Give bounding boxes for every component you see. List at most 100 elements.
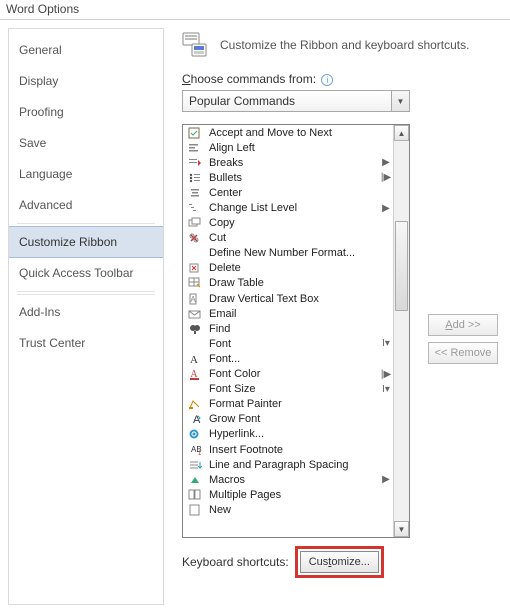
command-item[interactable]: New bbox=[183, 502, 393, 517]
main-layout: GeneralDisplayProofingSaveLanguageAdvanc… bbox=[0, 20, 510, 613]
command-label: Bullets bbox=[209, 172, 373, 184]
command-item[interactable]: Email bbox=[183, 306, 393, 321]
command-label: Delete bbox=[209, 262, 373, 274]
choose-commands-label: Choose commands from: i bbox=[182, 72, 510, 86]
sidebar-item-trust-center[interactable]: Trust Center bbox=[9, 328, 163, 359]
command-icon bbox=[187, 156, 203, 170]
command-item[interactable]: A Grow Font bbox=[183, 412, 393, 427]
command-item[interactable]: AB1Insert Footnote bbox=[183, 442, 393, 457]
command-item[interactable]: Copy bbox=[183, 216, 393, 231]
sidebar-item-language[interactable]: Language bbox=[9, 159, 163, 190]
scroll-thumb[interactable] bbox=[395, 221, 408, 311]
command-icon bbox=[187, 231, 203, 245]
command-item[interactable]: Delete bbox=[183, 261, 393, 276]
command-label: Draw Table bbox=[209, 277, 373, 289]
command-icon bbox=[187, 382, 203, 396]
combo-value: Popular Commands bbox=[189, 94, 295, 108]
command-item[interactable]: Format Painter bbox=[183, 397, 393, 412]
command-item[interactable]: A Draw Vertical Text Box bbox=[183, 291, 393, 306]
commands-listbox[interactable]: Accept and Move to Next Align Left Breaks ▶… bbox=[182, 124, 410, 538]
info-icon[interactable]: i bbox=[321, 74, 333, 86]
command-icon bbox=[187, 171, 203, 185]
command-label: Draw Vertical Text Box bbox=[209, 293, 373, 305]
command-label: Define New Number Format... bbox=[209, 247, 373, 259]
command-item[interactable]: Find bbox=[183, 321, 393, 336]
command-icon bbox=[187, 503, 203, 517]
command-item[interactable]: Accept and Move to Next bbox=[183, 125, 393, 140]
choose-commands-combo[interactable]: Popular Commands ▼ bbox=[182, 90, 410, 112]
customize-highlight: Customize... bbox=[295, 546, 384, 578]
command-item[interactable]: Macros▶ bbox=[183, 472, 393, 487]
command-label: Hyperlink... bbox=[209, 428, 373, 440]
chevron-down-icon[interactable]: ▼ bbox=[391, 91, 409, 111]
command-icon bbox=[187, 337, 203, 351]
header-row: Customize the Ribbon and keyboard shortc… bbox=[182, 32, 510, 58]
window-title: Word Options bbox=[0, 0, 510, 20]
command-item[interactable]: Draw Table bbox=[183, 276, 393, 291]
command-label: Font bbox=[209, 338, 373, 350]
command-label: New bbox=[209, 504, 373, 516]
sidebar-item-customize-ribbon[interactable]: Customize Ribbon bbox=[9, 226, 163, 258]
command-item[interactable]: FontI▾ bbox=[183, 336, 393, 351]
keyboard-shortcuts-row: Keyboard shortcuts: Customize... bbox=[182, 546, 510, 578]
scroll-down-button[interactable]: ▼ bbox=[394, 521, 409, 537]
svg-text:A: A bbox=[190, 354, 198, 365]
submenu-indicator: |▶ bbox=[379, 172, 393, 183]
scroll-up-button[interactable]: ▲ bbox=[394, 125, 409, 141]
sidebar-item-display[interactable]: Display bbox=[9, 66, 163, 97]
command-label: Align Left bbox=[209, 142, 373, 154]
command-item[interactable]: Change List Level▶ bbox=[183, 200, 393, 215]
command-item[interactable]: A Font... bbox=[183, 351, 393, 366]
submenu-indicator: ▶ bbox=[379, 203, 393, 214]
header-text: Customize the Ribbon and keyboard shortc… bbox=[220, 38, 469, 52]
submenu-indicator: |▶ bbox=[379, 369, 393, 380]
command-item[interactable]: Cut bbox=[183, 231, 393, 246]
sidebar-item-save[interactable]: Save bbox=[9, 128, 163, 159]
command-icon bbox=[187, 126, 203, 140]
command-icon bbox=[187, 473, 203, 487]
command-item[interactable]: Align Left bbox=[183, 140, 393, 155]
command-item[interactable]: Multiple Pages bbox=[183, 487, 393, 502]
customize-button[interactable]: Customize... bbox=[300, 551, 379, 573]
command-item[interactable]: Hyperlink... bbox=[183, 427, 393, 442]
sidebar-item-quick-access-toolbar[interactable]: Quick Access Toolbar bbox=[9, 258, 163, 289]
command-label: Copy bbox=[209, 217, 373, 229]
command-item[interactable]: Define New Number Format... bbox=[183, 246, 393, 261]
command-icon bbox=[187, 186, 203, 200]
scrollbar[interactable]: ▲ ▼ bbox=[393, 125, 409, 537]
command-label: Email bbox=[209, 308, 373, 320]
command-item[interactable]: Breaks ▶ bbox=[183, 155, 393, 170]
command-label: Font... bbox=[209, 353, 373, 365]
command-label: Accept and Move to Next bbox=[209, 127, 373, 139]
command-item[interactable]: Font Size I▾ bbox=[183, 382, 393, 397]
command-icon bbox=[187, 427, 203, 441]
submenu-indicator: I▾ bbox=[379, 384, 393, 395]
scroll-track[interactable] bbox=[394, 141, 409, 521]
command-item[interactable]: Center bbox=[183, 185, 393, 200]
command-label: Insert Footnote bbox=[209, 444, 373, 456]
command-icon bbox=[187, 397, 203, 411]
command-item[interactable]: Line and Paragraph Spacing bbox=[183, 457, 393, 472]
command-icon: A bbox=[187, 412, 203, 426]
command-icon bbox=[187, 276, 203, 290]
command-label: Grow Font bbox=[209, 413, 373, 425]
command-label: Font Size bbox=[209, 383, 373, 395]
command-label: Breaks bbox=[209, 157, 373, 169]
command-item[interactable]: AFont Color|▶ bbox=[183, 367, 393, 382]
command-icon: A bbox=[187, 292, 203, 306]
add-remove-buttons: Add >> << Remove bbox=[428, 314, 498, 364]
command-label: Multiple Pages bbox=[209, 489, 373, 501]
sidebar-item-general[interactable]: General bbox=[9, 35, 163, 66]
submenu-indicator: ▶ bbox=[379, 157, 393, 168]
svg-text:A: A bbox=[190, 295, 196, 304]
remove-button: << Remove bbox=[428, 342, 498, 364]
command-icon bbox=[187, 307, 203, 321]
command-icon bbox=[187, 261, 203, 275]
command-icon bbox=[187, 246, 203, 260]
command-item[interactable]: Bullets |▶ bbox=[183, 170, 393, 185]
sidebar-item-add-ins[interactable]: Add-Ins bbox=[9, 297, 163, 328]
sidebar-item-advanced[interactable]: Advanced bbox=[9, 190, 163, 221]
sidebar-item-proofing[interactable]: Proofing bbox=[9, 97, 163, 128]
add-button: Add >> bbox=[428, 314, 498, 336]
command-label: Center bbox=[209, 187, 373, 199]
